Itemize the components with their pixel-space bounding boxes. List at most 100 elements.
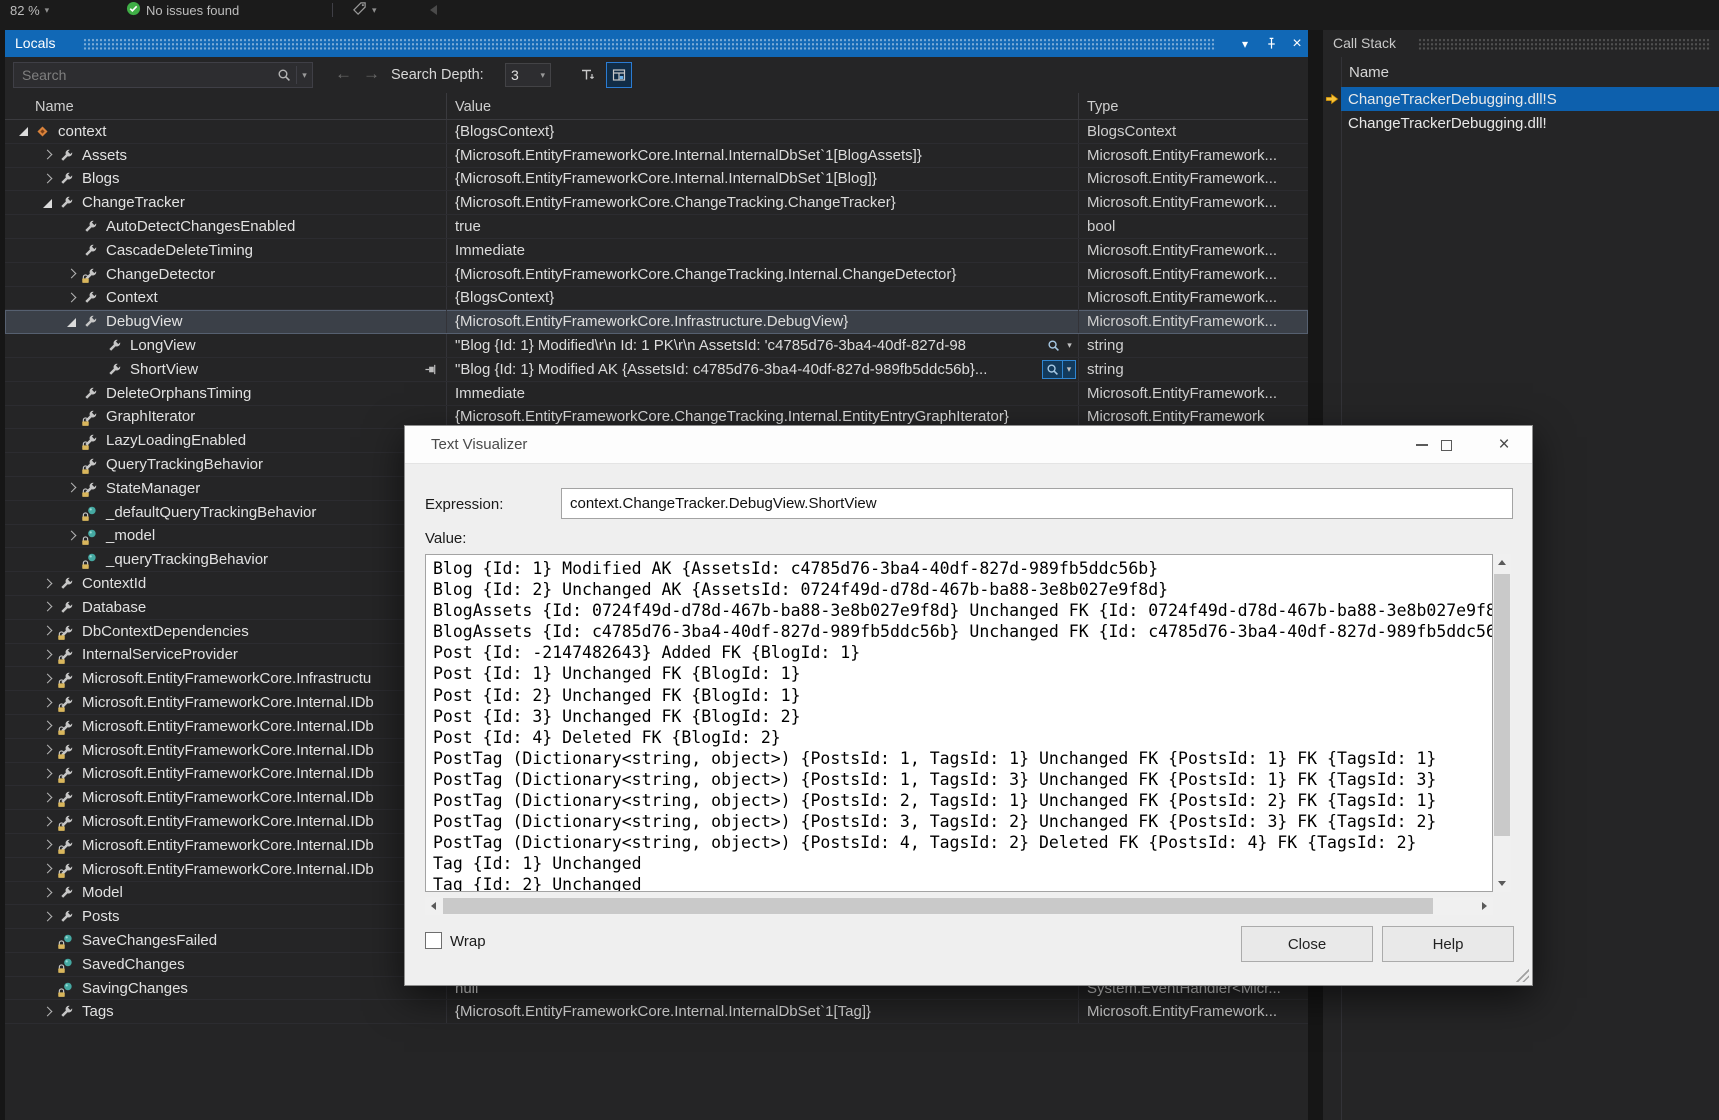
expander-closed-icon[interactable]: [39, 671, 59, 687]
call-stack-column-header[interactable]: Name: [1341, 57, 1389, 87]
visualizer-magnifier-button[interactable]: ▾: [1042, 360, 1076, 379]
visualizer-text-line: Post {Id: 1} Unchanged FK {BlogId: 1}: [433, 663, 1492, 684]
call-stack-title-bar[interactable]: Call Stack: [1323, 30, 1719, 57]
expander-closed-icon[interactable]: [63, 290, 83, 306]
search-input[interactable]: [14, 67, 272, 83]
dialog-title-bar[interactable]: Text Visualizer ×: [405, 426, 1532, 464]
expander-closed-icon[interactable]: [63, 528, 83, 544]
wrap-checkbox[interactable]: [425, 932, 442, 949]
locals-tree-row[interactable]: Context{BlogsContext}Microsoft.EntityFra…: [5, 287, 1308, 311]
locals-tree-row[interactable]: ChangeTracker{Microsoft.EntityFrameworkC…: [5, 191, 1308, 215]
code-health-indicator[interactable]: No issues found: [126, 1, 239, 19]
expander-closed-icon[interactable]: [39, 695, 59, 711]
pin-window-icon[interactable]: [1259, 30, 1283, 57]
maximize-button[interactable]: [1433, 426, 1459, 464]
locals-tree-row[interactable]: Blogs{Microsoft.EntityFrameworkCore.Inte…: [5, 168, 1308, 192]
tag-dropdown[interactable]: ▾: [352, 1, 377, 19]
expander-closed-icon[interactable]: [39, 147, 59, 163]
variable-name: InternalServiceProvider: [82, 646, 238, 663]
close-window-icon[interactable]: ×: [1285, 30, 1309, 57]
call-stack-frame[interactable]: ChangeTrackerDebugging.dll!S: [1323, 87, 1719, 111]
magnifier-dropdown-icon[interactable]: ▾: [1063, 336, 1076, 355]
visualizer-text-line: Blog {Id: 1} Modified AK {AssetsId: c478…: [433, 558, 1492, 579]
expander-closed-icon[interactable]: [39, 647, 59, 663]
expander-closed-icon[interactable]: [39, 837, 59, 853]
expander-closed-icon[interactable]: [39, 576, 59, 592]
horizontal-scrollbar[interactable]: [425, 897, 1493, 915]
back-arrow-button[interactable]: ←: [335, 64, 352, 84]
scroll-up-icon[interactable]: [1493, 554, 1510, 571]
variable-name: _queryTrackingBehavior: [106, 551, 268, 568]
search-options-chevron-icon[interactable]: ▾: [296, 66, 312, 84]
zoom-control[interactable]: 82 % ▾: [10, 1, 49, 19]
expander-closed-icon[interactable]: [39, 861, 59, 877]
scroll-down-icon[interactable]: [1493, 875, 1510, 892]
wrench-lock-icon: [59, 861, 77, 877]
expander-closed-icon[interactable]: [39, 623, 59, 639]
locals-tree-row[interactable]: Tags{Microsoft.EntityFrameworkCore.Inter…: [5, 1000, 1308, 1024]
locals-column-headers: Name Value Type: [5, 93, 1308, 120]
wrench-icon: [59, 171, 77, 187]
expander-closed-icon[interactable]: [63, 480, 83, 496]
variable-name: Tags: [82, 1003, 114, 1020]
search-depth-select[interactable]: 3 ▾: [505, 63, 551, 87]
search-icon[interactable]: [272, 68, 296, 82]
help-button[interactable]: Help: [1382, 926, 1514, 962]
pin-to-source-icon[interactable]: [424, 363, 438, 381]
visualizer-text-line: Tag {Id: 2} Unchanged: [433, 874, 1492, 892]
vertical-scrollbar-thumb[interactable]: [1494, 574, 1510, 836]
locals-tree-row[interactable]: DeleteOrphansTimingImmediateMicrosoft.En…: [5, 382, 1308, 406]
column-header-name[interactable]: Name: [35, 99, 74, 115]
wrench-lock-icon: [59, 766, 77, 782]
expander-closed-icon[interactable]: [39, 790, 59, 806]
expander-closed-icon[interactable]: [39, 766, 59, 782]
expression-input[interactable]: [561, 488, 1513, 519]
variable-name: LazyLoadingEnabled: [106, 432, 246, 449]
expander-closed-icon[interactable]: [39, 885, 59, 901]
close-x-button[interactable]: ×: [1491, 426, 1517, 464]
minimize-button[interactable]: [1409, 426, 1435, 464]
expander-open-icon[interactable]: [63, 314, 83, 330]
search-box[interactable]: ▾: [13, 62, 313, 88]
call-stack-frame[interactable]: ChangeTrackerDebugging.dll!: [1323, 111, 1719, 135]
column-header-value[interactable]: Value: [455, 99, 491, 115]
expander-closed-icon[interactable]: [39, 1004, 59, 1020]
close-button[interactable]: Close: [1241, 926, 1373, 962]
scroll-left-icon[interactable]: [425, 897, 442, 914]
format-toolbar-button[interactable]: [575, 62, 601, 88]
locals-tree-row[interactable]: ShortView"Blog {Id: 1} Modified AK {Asse…: [5, 358, 1308, 382]
locals-tree-row[interactable]: Assets{Microsoft.EntityFrameworkCore.Int…: [5, 144, 1308, 168]
locals-tree-row[interactable]: CascadeDeleteTimingImmediateMicrosoft.En…: [5, 239, 1308, 263]
column-header-type[interactable]: Type: [1087, 99, 1118, 115]
forward-arrow-button[interactable]: →: [363, 64, 380, 84]
expander-closed-icon[interactable]: [39, 814, 59, 830]
variable-value: Immediate: [455, 242, 525, 259]
window-position-chevron-icon[interactable]: ▾: [1233, 30, 1257, 57]
variable-name: _defaultQueryTrackingBehavior: [106, 504, 316, 521]
magnifier-dropdown-icon[interactable]: ▾: [1063, 360, 1076, 379]
locals-tree-row[interactable]: ChangeDetector{Microsoft.EntityFramework…: [5, 263, 1308, 287]
locals-tree-row[interactable]: context{BlogsContext}BlogsContext: [5, 120, 1308, 144]
row-value-cell: {Microsoft.EntityFrameworkCore.Internal.…: [446, 144, 1078, 167]
expander-closed-icon[interactable]: [39, 909, 59, 925]
row-name-cell: StateManager: [5, 477, 446, 500]
scroll-right-icon[interactable]: [1476, 897, 1493, 914]
value-text-area[interactable]: Blog {Id: 1} Modified AK {AssetsId: c478…: [425, 554, 1493, 892]
panel-layout-toolbar-button[interactable]: [606, 62, 632, 88]
horizontal-scrollbar-thumb[interactable]: [443, 898, 1433, 914]
expander-closed-icon[interactable]: [39, 599, 59, 615]
locals-tree-row[interactable]: AutoDetectChangesEnabledtruebool: [5, 215, 1308, 239]
locals-tree-row[interactable]: LongView"Blog {Id: 1} Modified\r\n Id: 1…: [5, 334, 1308, 358]
row-name-cell: DeleteOrphansTiming: [5, 382, 446, 405]
expander-open-icon[interactable]: [15, 123, 35, 139]
locals-title-bar[interactable]: Locals ▾ ×: [5, 30, 1308, 57]
locals-tree-row[interactable]: DebugView{Microsoft.EntityFrameworkCore.…: [5, 310, 1308, 334]
vertical-scrollbar[interactable]: [1493, 554, 1511, 892]
resize-grip[interactable]: [1514, 967, 1529, 982]
expander-closed-icon[interactable]: [63, 266, 83, 282]
visualizer-magnifier-button[interactable]: ▾: [1044, 336, 1076, 355]
expander-closed-icon[interactable]: [39, 742, 59, 758]
expander-open-icon[interactable]: [39, 195, 59, 211]
expander-closed-icon[interactable]: [39, 171, 59, 187]
expander-closed-icon[interactable]: [39, 718, 59, 734]
